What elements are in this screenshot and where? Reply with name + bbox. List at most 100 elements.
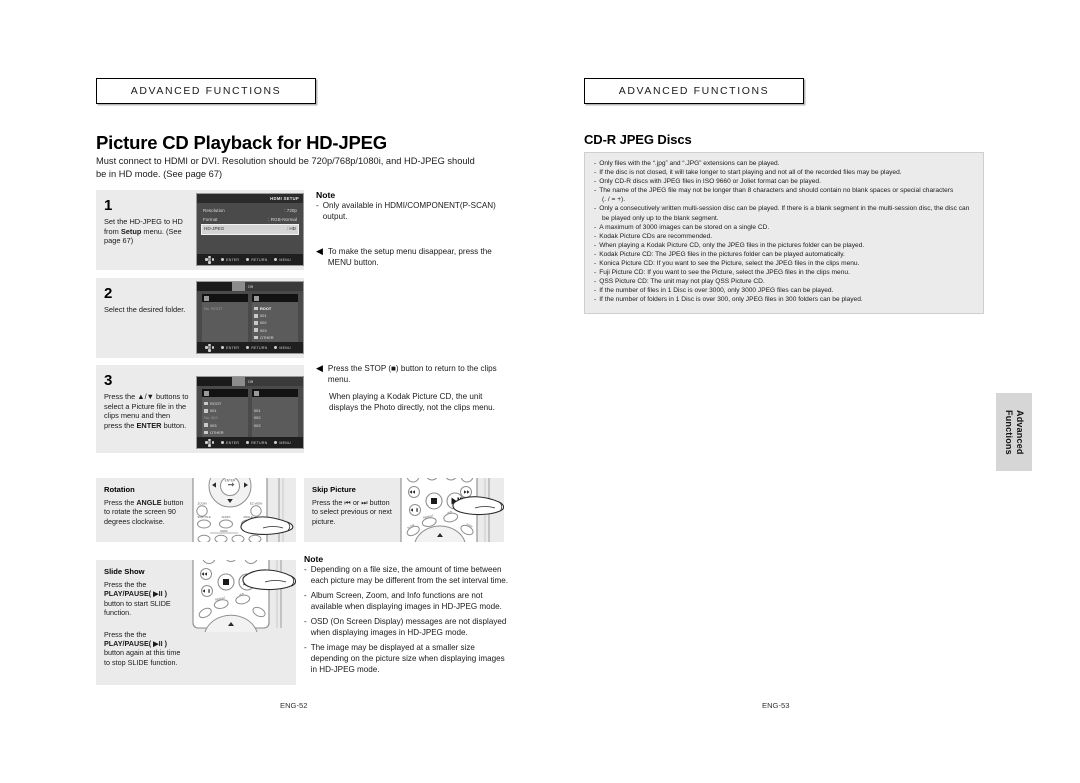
feature-slide-title: Slide Show [104, 567, 145, 576]
tv-row-format-value: : RGB-Normal [268, 216, 297, 222]
bullet-dash-icon: - [594, 160, 597, 167]
feature-slide-text: Slide Show Press the the PLAY/PAUSE( ▶II… [96, 560, 191, 685]
remote-illustration-slideshow: REPEAT A-B [191, 560, 296, 685]
svg-text:EZ VIEW: EZ VIEW [250, 502, 263, 506]
tv-hint-menu-1: MENU [274, 258, 291, 262]
tv-col-body-right-2: ROOT 001 002 003 OTHER [252, 302, 298, 346]
bullet-dash-icon: - [304, 565, 307, 574]
section-header-left: Advanced Functions [96, 78, 316, 104]
note-item: - Album Screen, Zoom, and Info functions… [304, 590, 509, 612]
list-item: 001 [254, 312, 296, 319]
tv-title-label: HDMI SETUP [270, 196, 299, 201]
arrow-note-menu: ◀ To make the setup menu disappear, pres… [316, 246, 511, 268]
arrow-note-item: ◀ To make the setup menu disappear, pres… [316, 246, 511, 268]
tv-hint-return-3: RETURN [246, 441, 267, 445]
dpad-icon [205, 255, 214, 264]
tv-col-body-left-2: No. ROOT [202, 302, 248, 346]
manual-page-spread: Advanced Functions Picture CD Playback f… [0, 0, 1080, 783]
bullet-dash-icon: - [594, 287, 597, 295]
arrow-note-item: ◀ Press the STOP (■) button to return to… [316, 363, 511, 385]
spec-item: - QSS Picture CD: The unit may not play … [594, 278, 765, 286]
bullet-dash-icon: - [594, 278, 597, 286]
svg-text:AUDIO: AUDIO [222, 515, 232, 519]
tv-col-body-right-3: . . 001 002 003 [252, 397, 298, 441]
tv-col-head-right-2 [252, 294, 298, 302]
note-heading-bottom: Note [304, 554, 324, 564]
spec-item: - If the number of folders in 1 Disc is … [594, 296, 863, 304]
thumb-tab-line2: Functions [1004, 409, 1014, 455]
file-icon [204, 401, 208, 406]
bullet-dash-icon: - [594, 296, 597, 304]
thumb-tab-text: Advanced Functions [1003, 410, 1025, 455]
tv-strip-seg-a [197, 282, 232, 291]
section-header-left-label: Advanced Functions [130, 85, 282, 97]
svg-text:SUBTITLE: SUBTITLE [197, 515, 211, 519]
intro-paragraph: Must connect to HDMI or DVI. Resolution … [96, 156, 475, 179]
step-1-number: 1 [104, 197, 113, 214]
spec-item: - Only files with the “.jpg” and “.JPG” … [594, 160, 780, 167]
spec-item: - Only CD-R discs with JPEG files in ISO… [594, 178, 821, 186]
spec-item: - When playing a Kodak Picture CD, only … [594, 241, 865, 249]
tv-browser-right-col-3: . . 001 002 003 [252, 389, 298, 441]
thumb-tab-advanced-functions: Advanced Functions [996, 393, 1032, 471]
left-arrow-icon: ◀ [316, 363, 323, 373]
tv-hint-enter-2: ENTER [221, 346, 239, 350]
list-item: No. ROOT [204, 306, 223, 311]
tv-hint-bar-3: ENTER RETURN MENU [197, 437, 303, 448]
tv-screen-clips-menu: Off ROOT 001 No. 002 003 OTHER . . 001 0… [196, 376, 304, 449]
file-icon [254, 306, 258, 311]
svg-text:ZOOM: ZOOM [198, 502, 207, 506]
page-title: Picture CD Playback for HD-JPEG [96, 132, 387, 153]
bullet-dash-icon: - [594, 250, 597, 258]
bullet-dash-icon: - [594, 260, 597, 268]
feature-skip-title: Skip Picture [312, 485, 356, 494]
svg-text:ENTER: ENTER [225, 479, 237, 483]
file-icon [254, 335, 258, 340]
tv-title-bar: HDMI SETUP [197, 194, 303, 203]
tv-row-resolution-value: : 720p [284, 208, 297, 213]
tv-col-head-left-3 [202, 389, 248, 397]
feature-rotation-title: Rotation [104, 485, 135, 494]
tv-row-resolution-label: Resolution [203, 208, 225, 213]
tv-top-strip-3: Off [197, 377, 303, 386]
step-3-desc-bold: ENTER [136, 420, 162, 430]
tv-hint-enter-3: ENTER [221, 441, 239, 445]
spec-item: - If the number of files in 1 Disc is ov… [594, 287, 834, 295]
note-heading-top: Note [316, 190, 336, 200]
tv-hint-enter-1: ENTER [221, 258, 239, 262]
list-item: 003 [254, 422, 261, 428]
list-item: ROOT [254, 305, 296, 312]
dpad-icon [205, 343, 214, 352]
right-page: Advanced Functions CD-R JPEG Discs - Onl… [540, 0, 1080, 783]
section-header-right: Advanced Functions [584, 78, 804, 104]
spec-item: - Fuji Picture CD: If you want to see th… [594, 269, 850, 277]
remote-illustration-rotation: ENTER ZOOM EZ VIEW SUBTITLE AUDIO ANGLE [191, 478, 296, 542]
page-number-right: ENG-53 [762, 701, 790, 710]
file-icon [254, 321, 258, 325]
feature-rotation-desc: Press the ANGLE button to rotate the scr… [104, 498, 184, 526]
tv-hint-return-2: RETURN [246, 346, 267, 350]
tv-top-strip-2: Off [197, 282, 303, 291]
tv-menu-row-format: Format : RGB-Normal [203, 216, 297, 225]
section-title-cdr-jpeg: CD-R JPEG Discs [584, 132, 692, 147]
note-item-text: Depending on a file size, the amount of … [310, 565, 509, 585]
bullet-dash-icon: - [594, 187, 597, 195]
tv-col-body-left-3: ROOT 001 No. 002 003 OTHER [202, 397, 248, 441]
tv-browser-columns-3: ROOT 001 No. 002 003 OTHER . . 001 002 0… [197, 386, 303, 441]
tv-hint-bar-2: ENTER RETURN MENU [197, 342, 303, 353]
tv-hint-menu-3: MENU [274, 441, 291, 445]
tv-col-head-left-2 [202, 294, 248, 302]
step-2-number: 2 [104, 285, 113, 302]
note-body-top: - Only available in HDMI/COMPONENT(P-SCA… [316, 200, 511, 223]
bullet-dash-icon: - [304, 617, 307, 626]
dpad-icon [205, 438, 214, 447]
step-1-text: 1 Set the HD-JPEG to HD from Setup menu.… [96, 190, 196, 270]
feature-slide-desc: Press the the PLAY/PAUSE( ▶II ) button t… [104, 580, 171, 618]
remote-skip-button-illustration: REPEAT A-B SLOW STEP [400, 478, 504, 542]
list-item: OTHER [254, 334, 296, 341]
note-item: - Depending on a file size, the amount o… [304, 564, 509, 586]
tv-hint-bar-1: ENTER RETURN MENU [197, 254, 303, 265]
list-item: 001 [204, 407, 246, 414]
tv-menu-row-resolution: Resolution : 720p [203, 207, 297, 216]
file-icon [204, 409, 208, 413]
